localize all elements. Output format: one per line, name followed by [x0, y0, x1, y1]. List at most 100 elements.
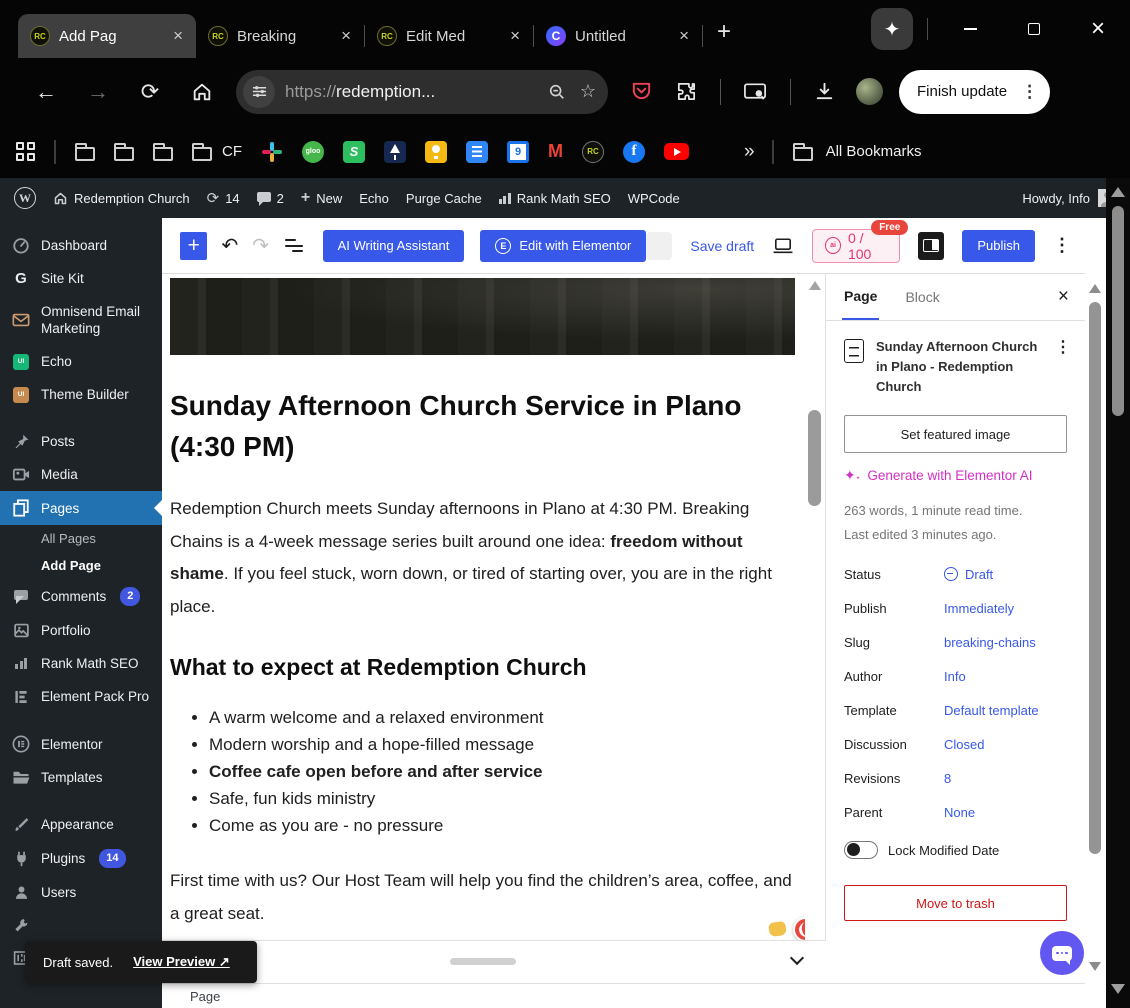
tab-edit-media[interactable]: RC Edit Med × [365, 14, 533, 58]
bookmark-folder-icon[interactable] [114, 147, 134, 161]
parent-value-button[interactable]: None [944, 805, 975, 820]
url-text[interactable]: https://redemption... [285, 82, 534, 102]
sidebar-item-media[interactable]: Media [0, 458, 162, 491]
save-draft-button[interactable]: Save draft [690, 238, 754, 254]
admin-bar-rank-math[interactable]: Rank Math SEO [499, 191, 611, 206]
google-calendar-bookmark-icon[interactable]: 9 [507, 141, 529, 163]
tab-close-icon[interactable]: × [676, 26, 692, 46]
featured-image-block[interactable] [170, 278, 795, 355]
list-item[interactable]: A warm welcome and a relaxed environment [209, 704, 795, 731]
lock-modified-date-toggle[interactable] [844, 841, 878, 859]
content-scrollbar[interactable] [806, 274, 824, 940]
tab-page[interactable]: Page [842, 274, 879, 320]
tab-breaking[interactable]: RC Breaking × [196, 14, 364, 58]
discussion-value-button[interactable]: Closed [944, 737, 984, 752]
collapse-chevron-icon[interactable] [790, 951, 804, 965]
browser-ai-sparkle-button[interactable]: ✦ [871, 8, 913, 50]
status-value-button[interactable]: Draft [944, 567, 993, 582]
tab-close-icon[interactable]: × [338, 26, 354, 46]
bookmark-folder-icon[interactable] [153, 147, 173, 161]
bookmark-folder-icon[interactable] [75, 147, 95, 161]
document-options-kebab-icon[interactable]: ⋮ [1055, 337, 1071, 397]
slack-bookmark-icon[interactable] [261, 141, 283, 163]
bookmark-cf-label[interactable]: CF [222, 143, 242, 160]
all-bookmarks-label[interactable]: All Bookmarks [826, 143, 922, 160]
forward-icon[interactable]: → [72, 79, 124, 105]
pocket-icon[interactable] [630, 80, 653, 103]
sidebar-item-portfolio[interactable]: Portfolio [0, 614, 162, 647]
section-heading[interactable]: What to expect at Redemption Church [170, 654, 795, 681]
bookmark-star-icon[interactable]: ☆ [580, 81, 596, 102]
tab-add-page[interactable]: RC Add Pag × [18, 14, 196, 58]
site-settings-icon[interactable] [243, 76, 275, 108]
scroll-up-arrow-icon[interactable] [809, 281, 821, 290]
sidebar-item-tools[interactable] [0, 909, 162, 942]
generate-with-elementor-ai-link[interactable]: ✦˖ Generate with Elementor AI [844, 467, 1067, 484]
tab-close-icon[interactable]: × [170, 26, 186, 46]
bookmark-folder-cf-icon[interactable] [192, 147, 212, 161]
ai-writing-assistant-button[interactable]: AI Writing Assistant [323, 230, 465, 262]
tab-block[interactable]: Block [903, 275, 941, 319]
sidebar-item-posts[interactable]: Posts [0, 425, 162, 458]
list-item[interactable]: Safe, fun kids ministry [209, 785, 795, 812]
admin-bar-comments[interactable]: 2 [257, 191, 284, 206]
list-view-icon[interactable] [285, 239, 305, 252]
address-bar[interactable]: https://redemption... ☆ [236, 70, 608, 114]
list-item[interactable]: Come as you are - no pressure [209, 812, 795, 839]
publish-button[interactable]: Publish [962, 230, 1035, 262]
window-scrollbar[interactable] [1106, 178, 1130, 1008]
scrollbar-thumb[interactable] [1089, 302, 1101, 854]
finish-update-button[interactable]: Finish update ⋮ [899, 70, 1050, 114]
scrollbar-thumb[interactable] [1112, 206, 1124, 416]
back-icon[interactable]: ← [20, 79, 72, 105]
move-to-trash-button[interactable]: Move to trash [844, 885, 1067, 921]
wp-logo-menu[interactable]: W [14, 187, 36, 209]
gloo-bookmark-icon[interactable]: gloo [302, 141, 324, 163]
apps-grid-icon[interactable] [16, 142, 35, 161]
page-scrollbar[interactable] [1085, 218, 1106, 1008]
profile-avatar[interactable] [856, 78, 883, 105]
gmail-bookmark-icon[interactable]: M [548, 141, 563, 162]
scroll-up-arrow-icon[interactable] [1089, 284, 1101, 293]
revisions-value-button[interactable]: 8 [944, 771, 951, 786]
first-time-paragraph[interactable]: First time with us? Our Host Team will h… [170, 865, 795, 930]
tree-bookmark-icon[interactable] [384, 141, 406, 163]
admin-bar-account[interactable]: Howdy, Info [1022, 189, 1116, 207]
post-title-heading[interactable]: Sunday Afternoon Church Service in Plano… [170, 385, 795, 467]
admin-bar-purge-cache[interactable]: Purge Cache [406, 191, 482, 206]
edit-with-elementor-button[interactable]: E Edit with Elementor [480, 230, 646, 262]
bookmarks-overflow-icon[interactable]: » [744, 141, 753, 163]
sidebar-item-templates[interactable]: Templates [0, 761, 162, 794]
scroll-up-arrow-icon[interactable] [1111, 187, 1125, 197]
tab-untitled[interactable]: C Untitled × [534, 14, 702, 58]
screen-search-icon[interactable] [743, 81, 768, 103]
set-featured-image-button[interactable]: Set featured image [844, 415, 1067, 453]
sidebar-item-theme-builder[interactable]: UI Theme Builder [0, 378, 162, 411]
editor-options-kebab-icon[interactable]: ⋮ [1053, 235, 1071, 256]
drag-handle[interactable] [450, 958, 516, 965]
sidebar-item-dashboard[interactable]: Dashboard [0, 228, 162, 262]
sidebar-item-rank-math[interactable]: Rank Math SEO [0, 647, 162, 680]
new-tab-button[interactable]: + [717, 20, 731, 44]
facebook-bookmark-icon[interactable]: f [623, 141, 645, 163]
close-panel-icon[interactable]: × [1058, 286, 1069, 308]
expect-list[interactable]: A warm welcome and a relaxed environment… [170, 704, 795, 839]
sidebar-item-plugins[interactable]: Plugins 14 [0, 841, 162, 876]
scrollbar-thumb[interactable] [808, 410, 821, 506]
breadcrumb[interactable]: Page [190, 989, 220, 1004]
settings-panel-toggle[interactable] [918, 232, 944, 260]
list-item[interactable]: Coffee cafe open before and after servic… [209, 758, 795, 785]
template-value-button[interactable]: Default template [944, 703, 1039, 718]
admin-bar-updates[interactable]: ⟳ 14 [207, 189, 240, 207]
sidebar-item-comments[interactable]: Comments 2 [0, 579, 162, 614]
all-bookmarks-folder-icon[interactable] [793, 147, 813, 161]
admin-bar-wpcode[interactable]: WPCode [628, 191, 680, 206]
sidebar-item-elementor[interactable]: Elementor [0, 727, 162, 761]
subsplash-bookmark-icon[interactable]: S [343, 141, 365, 163]
sidebar-item-site-kit[interactable]: G Site Kit [0, 262, 162, 295]
zoom-out-icon[interactable] [548, 83, 566, 101]
rc-bookmark-icon[interactable]: RC [582, 141, 604, 163]
chat-widget-button[interactable] [1040, 931, 1084, 975]
sidebar-subitem-add-page[interactable]: Add Page [0, 552, 162, 579]
list-item[interactable]: Modern worship and a hope-filled message [209, 731, 795, 758]
